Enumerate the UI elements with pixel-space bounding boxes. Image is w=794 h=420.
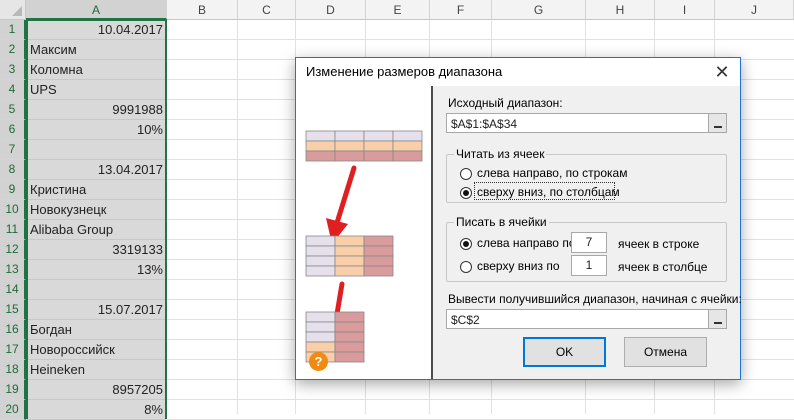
column-header-e[interactable]: E — [366, 0, 430, 20]
transform-illustration — [305, 130, 423, 363]
cell-a6[interactable]: 10% — [27, 120, 166, 140]
write-columns-label[interactable]: сверху вниз по — [477, 259, 560, 273]
column-gridline — [166, 20, 167, 414]
output-start-label: Вывести получившийся диапазон, начиная с… — [448, 292, 742, 306]
column-header-i[interactable]: I — [655, 0, 715, 20]
row-header-10[interactable]: 10 — [0, 200, 26, 220]
help-icon[interactable]: ? — [309, 352, 328, 371]
row-header-5[interactable]: 5 — [0, 100, 26, 120]
row-header-7[interactable]: 7 — [0, 140, 26, 160]
column-header-j[interactable]: J — [715, 0, 794, 20]
dialog-title: Изменение размеров диапазона — [306, 64, 503, 79]
write-rows-radio[interactable] — [460, 238, 472, 250]
cell-a16[interactable]: Богдан — [27, 320, 166, 340]
cell-a18[interactable]: Heineken — [27, 360, 166, 380]
write-columns-radio[interactable] — [460, 261, 472, 273]
write-rows-label[interactable]: слева направо по — [477, 236, 576, 250]
row-header-3[interactable]: 3 — [0, 60, 26, 80]
row-header-14[interactable]: 14 — [0, 280, 26, 300]
source-range-input[interactable]: $A$1:$A$34 — [446, 113, 727, 133]
row-header-12[interactable]: 12 — [0, 240, 26, 260]
cancel-button[interactable]: Отмена — [624, 337, 707, 367]
cell-a4[interactable]: UPS — [27, 80, 166, 100]
row-header-19[interactable]: 19 — [0, 380, 26, 400]
column-header-a[interactable]: A — [26, 0, 167, 20]
middle-table-graphic — [305, 235, 394, 277]
row-header-20[interactable]: 20 — [0, 400, 26, 420]
output-start-input[interactable]: $C$2 — [446, 309, 727, 329]
cell-a11[interactable]: Alibaba Group — [27, 220, 166, 240]
cell-a13[interactable]: 13% — [27, 260, 166, 280]
cells-per-row-input[interactable]: 7 — [571, 232, 607, 253]
row-header-16[interactable]: 16 — [0, 320, 26, 340]
dialog-titlebar[interactable]: Изменение размеров диапазона ✕ — [296, 58, 740, 86]
row-header-8[interactable]: 8 — [0, 160, 26, 180]
read-rows-radio[interactable] — [460, 168, 472, 180]
row-header-11[interactable]: 11 — [0, 220, 26, 240]
cell-a10[interactable]: Новокузнецк — [27, 200, 166, 220]
cell-a14[interactable] — [27, 280, 166, 300]
row-header-17[interactable]: 17 — [0, 340, 26, 360]
row-header-13[interactable]: 13 — [0, 260, 26, 280]
write-group-title: Писать в ячейки — [454, 215, 549, 229]
collapse-dialog-icon[interactable] — [708, 114, 726, 132]
cell-a1[interactable]: 10.04.2017 — [27, 20, 166, 40]
row-header-6[interactable]: 6 — [0, 120, 26, 140]
arrow-icon — [326, 165, 357, 244]
read-columns-radio[interactable] — [460, 187, 472, 199]
row-header-4[interactable]: 4 — [0, 80, 26, 100]
column-header-c[interactable]: C — [238, 0, 296, 20]
cell-a9[interactable]: Кристина — [27, 180, 166, 200]
select-all-corner[interactable] — [0, 0, 26, 20]
ok-button[interactable]: OK — [523, 337, 606, 367]
row-header-18[interactable]: 18 — [0, 360, 26, 380]
read-columns-label[interactable]: сверху вниз, по столбцам — [477, 185, 620, 199]
row-header-1[interactable]: 1 — [0, 20, 26, 40]
cell-a2[interactable]: Максим — [27, 40, 166, 60]
output-start-value: $C$2 — [451, 313, 480, 327]
cells-per-row-label: ячеек в строке — [618, 237, 700, 251]
cell-a20[interactable]: 8% — [27, 400, 166, 420]
source-range-value: $A$1:$A$34 — [451, 117, 518, 131]
collapse-dialog-icon[interactable] — [708, 310, 726, 328]
cells-per-column-label: ячеек в столбце — [618, 260, 708, 274]
cell-a5[interactable]: 9991988 — [27, 100, 166, 120]
cell-a12[interactable]: 3319133 — [27, 240, 166, 260]
column-header-f[interactable]: F — [430, 0, 492, 20]
illustration-pane: ? — [296, 86, 433, 379]
close-icon[interactable]: ✕ — [704, 58, 740, 86]
column-header-d[interactable]: D — [296, 0, 366, 20]
column-header-g[interactable]: G — [492, 0, 586, 20]
read-rows-label[interactable]: слева направо, по строкам — [477, 166, 627, 180]
resize-range-dialog: Изменение размеров диапазона ✕ ? Исходны… — [295, 57, 742, 380]
row-header-2[interactable]: 2 — [0, 40, 26, 60]
cell-a7[interactable] — [27, 140, 166, 160]
source-table-graphic — [305, 130, 423, 162]
row-header-15[interactable]: 15 — [0, 300, 26, 320]
cell-a15[interactable]: 15.07.2017 — [27, 300, 166, 320]
read-group-title: Читать из ячеек — [454, 147, 547, 161]
cell-a8[interactable]: 13.04.2017 — [27, 160, 166, 180]
source-range-label: Исходный диапазон: — [448, 96, 563, 110]
cell-a19[interactable]: 8957205 — [27, 380, 166, 400]
row-header-9[interactable]: 9 — [0, 180, 26, 200]
cell-a3[interactable]: Коломна — [27, 60, 166, 80]
cell-a17[interactable]: Новороссийск — [27, 340, 166, 360]
column-header-b[interactable]: B — [167, 0, 238, 20]
column-header-h[interactable]: H — [586, 0, 655, 20]
column-gridline — [237, 20, 238, 414]
cells-per-column-input[interactable]: 1 — [571, 255, 607, 276]
